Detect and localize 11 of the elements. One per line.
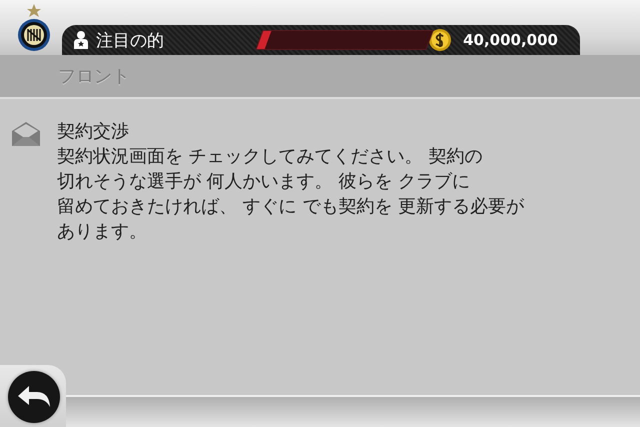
message-line: 留めておきたければ、 すぐに でも契約を 更新する必要が — [57, 195, 524, 219]
message-line: 契約状況画面を チェックしてみてください。 契約の — [57, 145, 484, 169]
message-line: あります。 — [57, 220, 148, 244]
envelope-icon — [11, 121, 41, 147]
coin-icon — [429, 29, 452, 51]
message-line: 切れそうな選手が 何人かいます。 彼らを クラブに — [57, 170, 472, 194]
money-amount: 40,000,000 — [463, 31, 558, 49]
back-button[interactable] — [8, 371, 60, 423]
person-icon — [74, 31, 88, 49]
title-text: 注目の的 — [96, 30, 164, 52]
message-title: 契約交渉 — [57, 120, 130, 144]
